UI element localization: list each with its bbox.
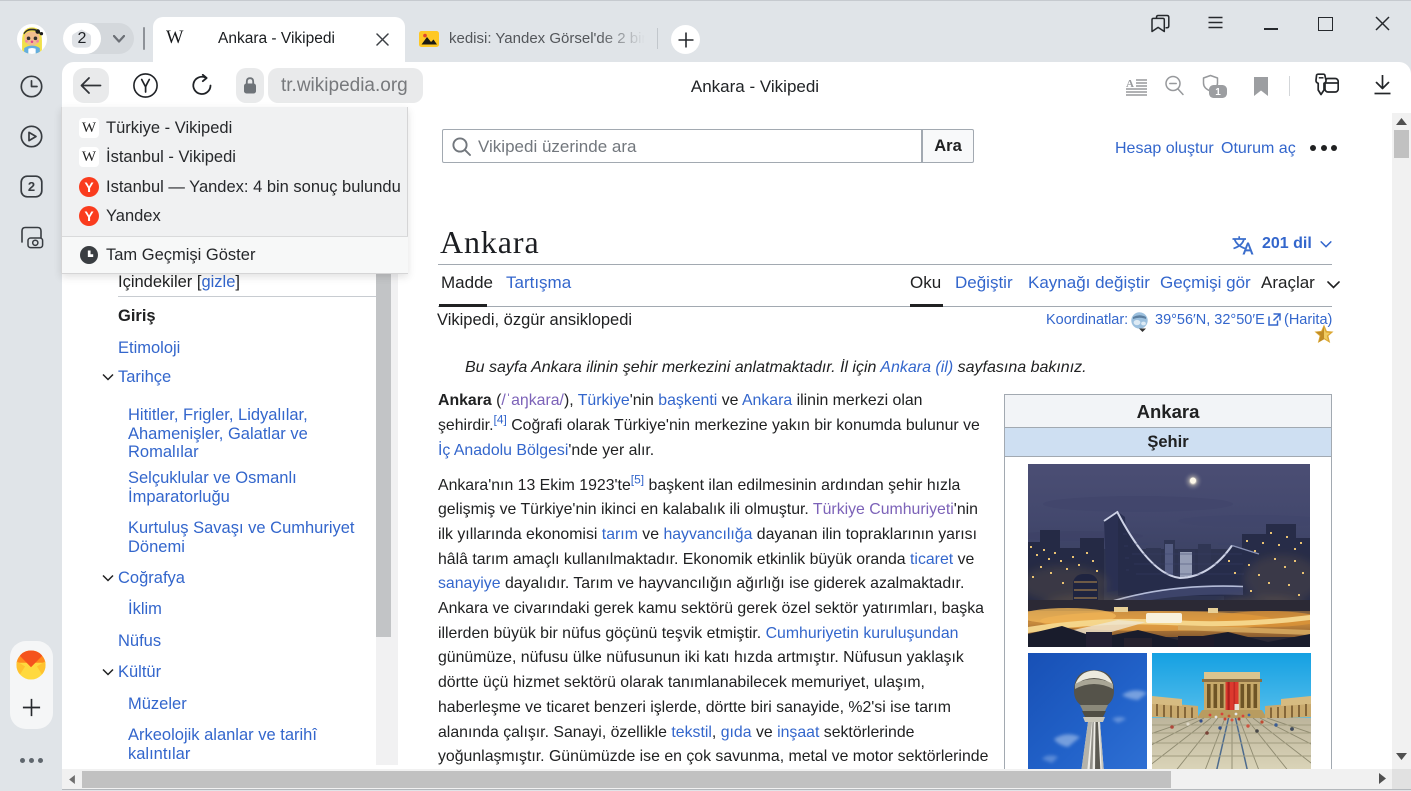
svg-text:1: 1	[1215, 87, 1221, 98]
svg-text:A: A	[1126, 78, 1134, 90]
